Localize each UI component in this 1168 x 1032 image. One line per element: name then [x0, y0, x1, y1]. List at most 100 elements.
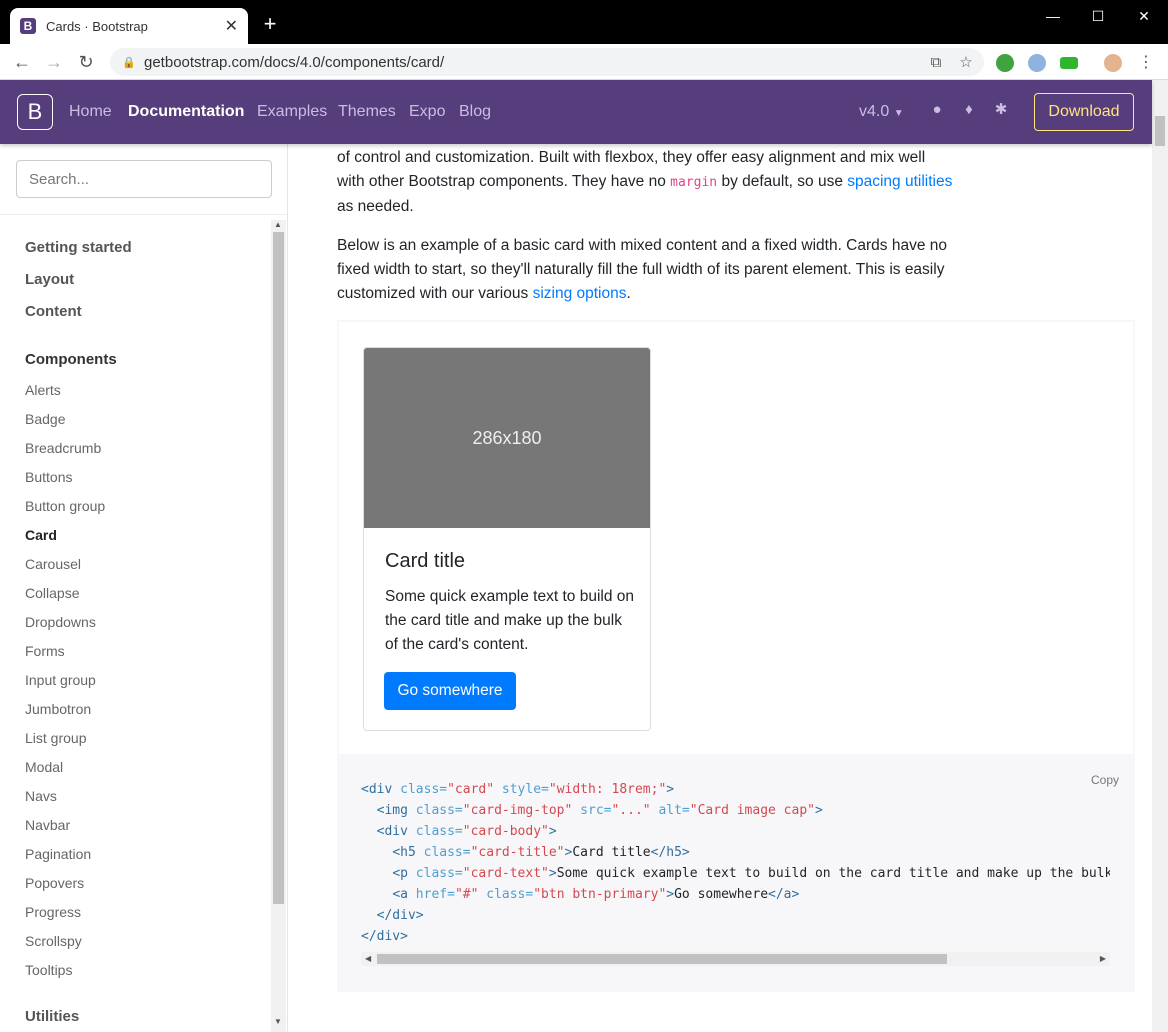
sidebar-item-button-group[interactable]: Button group [25, 498, 105, 514]
chevron-down-icon: ▼ [893, 108, 904, 119]
maximize-icon[interactable]: ☐ [1078, 4, 1118, 28]
extension-icon[interactable] [1028, 54, 1046, 72]
example-text: customized with our various [337, 285, 533, 302]
docs-sidebar: Search... Getting started Layout Content… [0, 144, 288, 1032]
sidebar-divider [0, 214, 287, 215]
minimize-icon[interactable]: — [1033, 4, 1073, 28]
sidebar-item-dropdowns[interactable]: Dropdowns [25, 614, 96, 630]
code-horizontal-scrollbar[interactable]: ◀ ▶ [361, 952, 1110, 966]
nav-expo[interactable]: Expo [409, 103, 445, 121]
scroll-right-icon[interactable]: ▶ [1100, 954, 1106, 963]
scroll-down-icon[interactable]: ▼ [274, 1017, 282, 1026]
bookmark-star-icon[interactable]: ☆ [954, 53, 978, 71]
page-scrollbar-thumb[interactable] [1155, 116, 1165, 146]
window-close-icon[interactable]: ✕ [1124, 4, 1164, 28]
go-somewhere-button[interactable]: Go somewhere [384, 672, 516, 710]
ac-extension-icon[interactable] [1060, 57, 1078, 69]
lock-icon: 🔒 [122, 57, 136, 69]
code-line: <div class="card" style="width: 18rem;"> [361, 782, 675, 797]
download-button[interactable]: Download [1034, 93, 1134, 131]
sidebar-scrollbar[interactable]: ▲ ▼ [271, 220, 286, 1032]
code-scrollbar-thumb[interactable] [377, 954, 947, 964]
browser-tab[interactable]: B Cards · Bootstrap ✕ [10, 8, 248, 44]
forward-icon[interactable]: → [42, 50, 66, 74]
sidebar-item-card[interactable]: Card [25, 527, 57, 543]
translate-icon[interactable]: ⧉ [924, 54, 948, 71]
example-line-2: fixed width to start, so they'll natural… [337, 261, 945, 278]
code-line: </div> [361, 929, 408, 944]
sidebar-section-content[interactable]: Content [25, 303, 82, 320]
sidebar-item-scrollspy[interactable]: Scrollspy [25, 933, 82, 949]
sidebar-item-alerts[interactable]: Alerts [25, 382, 61, 398]
intro-text: with other Bootstrap components. They ha… [337, 173, 671, 190]
scroll-left-icon[interactable]: ◀ [365, 954, 371, 963]
sidebar-item-buttons[interactable]: Buttons [25, 469, 72, 485]
browser-titlebar: B Cards · Bootstrap ✕ + — ☐ ✕ [0, 0, 1168, 44]
sidebar-item-navbar[interactable]: Navbar [25, 817, 70, 833]
sidebar-item-input-group[interactable]: Input group [25, 672, 96, 688]
intro-line-1: of control and customization. Built with… [337, 149, 926, 166]
tab-close-icon[interactable]: ✕ [225, 16, 238, 36]
example-card: 286x180 Card title Some quick example te… [363, 347, 651, 731]
sidebar-scrollbar-thumb[interactable] [273, 232, 284, 904]
spacing-utilities-link[interactable]: spacing utilities [847, 173, 952, 190]
example-line-3: customized with our various sizing optio… [337, 282, 977, 306]
code-line: </div> [376, 908, 424, 923]
intro-line-2: with other Bootstrap components. They ha… [337, 170, 977, 195]
code-line: <img class="card-img-top" src="..." alt=… [376, 803, 823, 818]
example-line-1: Below is an example of a basic card with… [337, 237, 947, 254]
sidebar-item-tooltips[interactable]: Tooltips [25, 962, 72, 978]
sidebar-section-getting-started[interactable]: Getting started [25, 239, 132, 256]
browser-toolbar: ← → ↻ 🔒 getbootstrap.com/docs/4.0/compon… [0, 44, 1168, 80]
sidebar-item-pagination[interactable]: Pagination [25, 846, 91, 862]
nav-examples[interactable]: Examples [257, 103, 327, 121]
code-line: <h5 class="card-title">Card title</h5> [392, 845, 690, 860]
sidebar-item-navs[interactable]: Navs [25, 788, 57, 804]
margin-code: margin [670, 175, 718, 190]
profile-avatar[interactable] [1104, 54, 1122, 72]
sizing-options-link[interactable]: sizing options [533, 285, 627, 302]
twitter-icon[interactable]: ♦ [960, 100, 978, 118]
nav-blog[interactable]: Blog [459, 103, 491, 121]
sidebar-item-badge[interactable]: Badge [25, 411, 65, 427]
address-bar[interactable]: 🔒 getbootstrap.com/docs/4.0/components/c… [110, 48, 984, 76]
sidebar-item-progress[interactable]: Progress [25, 904, 81, 920]
sidebar-item-carousel[interactable]: Carousel [25, 556, 81, 572]
sidebar-item-list-group[interactable]: List group [25, 730, 86, 746]
evernote-extension-icon[interactable] [996, 54, 1014, 72]
sidebar-item-jumbotron[interactable]: Jumbotron [25, 701, 91, 717]
sidebar-item-breadcrumb[interactable]: Breadcrumb [25, 440, 101, 456]
tab-title: Cards · Bootstrap [46, 18, 148, 34]
slack-icon[interactable]: ✱ [992, 100, 1010, 118]
back-icon[interactable]: ← [10, 50, 34, 74]
sidebar-section-utilities[interactable]: Utilities [25, 1008, 79, 1025]
bootstrap-logo[interactable]: B [17, 94, 53, 130]
nav-home[interactable]: Home [69, 103, 112, 121]
sidebar-item-collapse[interactable]: Collapse [25, 585, 79, 601]
example-paragraph: Below is an example of a basic card with… [337, 234, 977, 306]
reload-icon[interactable]: ↻ [74, 50, 98, 74]
page-scrollbar[interactable] [1152, 80, 1168, 1032]
site-navbar: B Home Documentation Examples Themes Exp… [0, 80, 1152, 144]
sidebar-item-forms[interactable]: Forms [25, 643, 65, 659]
intro-paragraph: of control and customization. Built with… [337, 146, 977, 219]
nav-themes[interactable]: Themes [338, 103, 396, 121]
card-text: Some quick example text to build on the … [385, 588, 634, 653]
search-input[interactable]: Search... [16, 160, 272, 198]
code-line: <p class="card-text">Some quick example … [392, 866, 1110, 881]
scroll-up-icon[interactable]: ▲ [274, 220, 282, 229]
sidebar-item-modal[interactable]: Modal [25, 759, 63, 775]
card-image-placeholder: 286x180 [364, 348, 650, 528]
menu-icon[interactable]: ⋮ [1134, 50, 1158, 74]
bootstrap-favicon-icon: B [20, 18, 36, 34]
sidebar-section-layout[interactable]: Layout [25, 271, 74, 288]
version-dropdown[interactable]: v4.0 ▼ [859, 103, 904, 121]
sidebar-item-popovers[interactable]: Popovers [25, 875, 84, 891]
code-listing: <div class="card" style="width: 18rem;">… [361, 782, 1110, 952]
sidebar-section-components[interactable]: Components [25, 351, 117, 368]
nav-documentation[interactable]: Documentation [128, 103, 244, 121]
github-icon[interactable]: ● [928, 100, 946, 118]
new-tab-icon[interactable]: + [258, 12, 282, 36]
version-label: v4.0 [859, 103, 890, 120]
intro-text: by default, so use [717, 173, 848, 190]
